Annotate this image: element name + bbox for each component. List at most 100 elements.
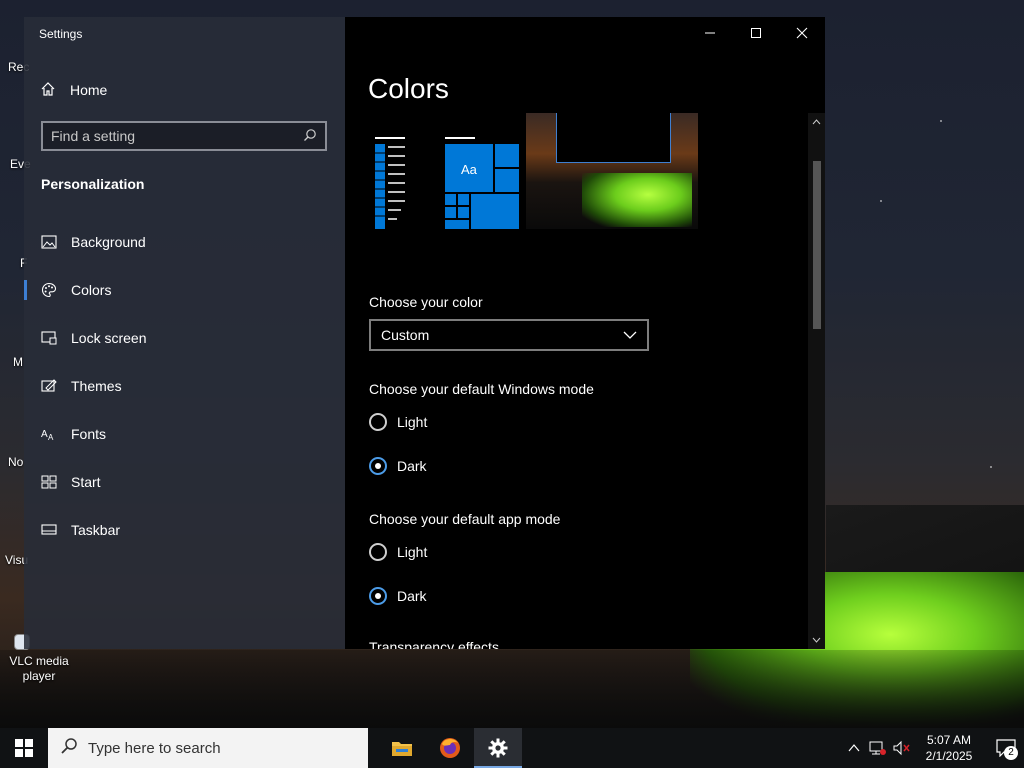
- radio-button-icon: [369, 543, 387, 561]
- choose-color-label: Choose your color: [369, 294, 483, 310]
- network-button[interactable]: [866, 728, 890, 768]
- taskbar-search-placeholder: Type here to search: [88, 739, 221, 757]
- maximize-button[interactable]: [733, 17, 779, 49]
- action-center-button[interactable]: 2: [988, 728, 1024, 768]
- taskbar-file-explorer[interactable]: [378, 728, 426, 768]
- svg-text:A: A: [41, 429, 48, 440]
- sidebar-item-background[interactable]: Background: [24, 222, 345, 262]
- taskbar-settings[interactable]: [474, 728, 522, 768]
- sidebar-item-fonts[interactable]: AA Fonts: [24, 414, 345, 454]
- radio-button-icon: [369, 413, 387, 431]
- windows-logo-icon: [15, 739, 33, 757]
- settings-content: Colors Aa Choose your color Custom Choos…: [345, 17, 825, 649]
- preview-desktop-image: [526, 113, 698, 229]
- desktop-icon-label: VLC media player: [9, 654, 69, 683]
- sidebar-item-label: Background: [71, 234, 146, 250]
- volume-muted-icon: [893, 740, 910, 756]
- preview-tent: [582, 173, 692, 227]
- content-scrollbar[interactable]: [808, 113, 825, 649]
- nav-home[interactable]: Home: [40, 79, 107, 101]
- settings-sidebar: Settings Home Find a setting Personaliza…: [24, 17, 345, 649]
- sidebar-item-themes[interactable]: Themes: [24, 366, 345, 406]
- firefox-icon: [440, 738, 460, 758]
- clock-date: 2/1/2025: [925, 749, 973, 763]
- preview-tiles: [445, 137, 521, 229]
- maximize-icon: [751, 28, 761, 38]
- sidebar-item-label: Colors: [71, 282, 112, 298]
- network-icon: [869, 741, 886, 755]
- search-icon: [60, 737, 78, 759]
- nav-home-label: Home: [70, 82, 108, 98]
- background-ground: [0, 650, 1024, 728]
- window-title: Settings: [39, 27, 83, 41]
- taskbar-search-box[interactable]: Type here to search: [48, 728, 368, 768]
- picture-icon: [40, 233, 58, 251]
- windows-mode-label: Choose your default Windows mode: [369, 381, 594, 397]
- windows-mode-light-radio[interactable]: Light: [369, 413, 427, 431]
- scroll-up-icon[interactable]: [808, 115, 825, 129]
- scrollbar-thumb[interactable]: [813, 161, 821, 329]
- minimize-icon: [705, 32, 715, 34]
- taskbar-firefox[interactable]: [426, 728, 474, 768]
- sidebar-item-lock-screen[interactable]: Lock screen: [24, 318, 345, 358]
- color-preview: Aa: [369, 113, 698, 229]
- find-setting-input[interactable]: Find a setting: [41, 121, 327, 151]
- page-title: Colors: [368, 73, 449, 104]
- close-button[interactable]: [779, 17, 825, 49]
- start-icon: [40, 473, 58, 491]
- search-icon: [303, 128, 317, 145]
- radio-label: Light: [397, 414, 428, 430]
- radio-label: Light: [397, 544, 428, 560]
- volume-button[interactable]: [890, 728, 914, 768]
- taskbar: Type here to search 5:07 AM 2/1/2025 2: [0, 728, 1024, 768]
- sidebar-item-start[interactable]: Start: [24, 462, 345, 502]
- minimize-button[interactable]: [687, 17, 733, 49]
- app-mode-label: Choose your default app mode: [369, 511, 561, 527]
- fonts-icon: AA: [40, 425, 58, 443]
- background-star: [990, 466, 992, 468]
- background-star: [940, 120, 942, 122]
- sidebar-item-label: Lock screen: [71, 330, 147, 346]
- radio-label: Dark: [397, 458, 427, 474]
- app-mode-light-radio[interactable]: Light: [369, 543, 427, 561]
- system-tray: 5:07 AM 2/1/2025 2: [842, 728, 1024, 768]
- preview-start-menu-list: [375, 137, 407, 229]
- app-mode-dark-radio[interactable]: Dark: [369, 587, 427, 605]
- radio-label: Dark: [397, 588, 427, 604]
- sidebar-item-label: Fonts: [71, 426, 107, 442]
- notification-count-badge: 2: [1004, 746, 1018, 760]
- close-icon: [796, 27, 808, 39]
- section-heading-personalization: Personalization: [41, 176, 145, 192]
- show-hidden-icons-button[interactable]: [842, 728, 866, 768]
- sidebar-item-label: Start: [71, 474, 101, 490]
- svg-text:A: A: [48, 433, 54, 441]
- radio-button-selected-icon: [369, 457, 387, 475]
- transparency-effects-label: Transparency effects: [369, 639, 499, 649]
- preview-tile-text: Aa: [461, 162, 477, 177]
- chevron-down-icon: [623, 327, 637, 343]
- settings-window: Settings Home Find a setting Personaliza…: [24, 17, 825, 649]
- taskbar-icon: [40, 521, 58, 539]
- lock-screen-icon: [40, 329, 58, 347]
- choose-color-value: Custom: [381, 327, 430, 343]
- preview-window-outline: [556, 113, 671, 163]
- search-placeholder: Find a setting: [51, 128, 136, 144]
- home-icon: [40, 81, 56, 100]
- start-button[interactable]: [0, 728, 48, 768]
- themes-icon: [40, 377, 58, 395]
- radio-button-selected-icon: [369, 587, 387, 605]
- clock-time: 5:07 AM: [926, 733, 972, 747]
- sidebar-item-label: Themes: [71, 378, 122, 394]
- settings-gear-icon: [488, 738, 508, 758]
- taskbar-clock[interactable]: 5:07 AM 2/1/2025: [918, 732, 980, 764]
- windows-mode-dark-radio[interactable]: Dark: [369, 457, 427, 475]
- choose-color-dropdown[interactable]: Custom: [369, 319, 649, 351]
- sidebar-item-colors[interactable]: Colors: [24, 270, 345, 310]
- file-explorer-icon: [392, 742, 412, 756]
- sidebar-item-label: Taskbar: [71, 522, 121, 538]
- background-star: [880, 200, 882, 202]
- sidebar-item-taskbar[interactable]: Taskbar: [24, 510, 345, 550]
- palette-icon: [40, 281, 58, 299]
- scroll-down-icon[interactable]: [808, 633, 825, 647]
- chevron-up-icon: [848, 744, 860, 752]
